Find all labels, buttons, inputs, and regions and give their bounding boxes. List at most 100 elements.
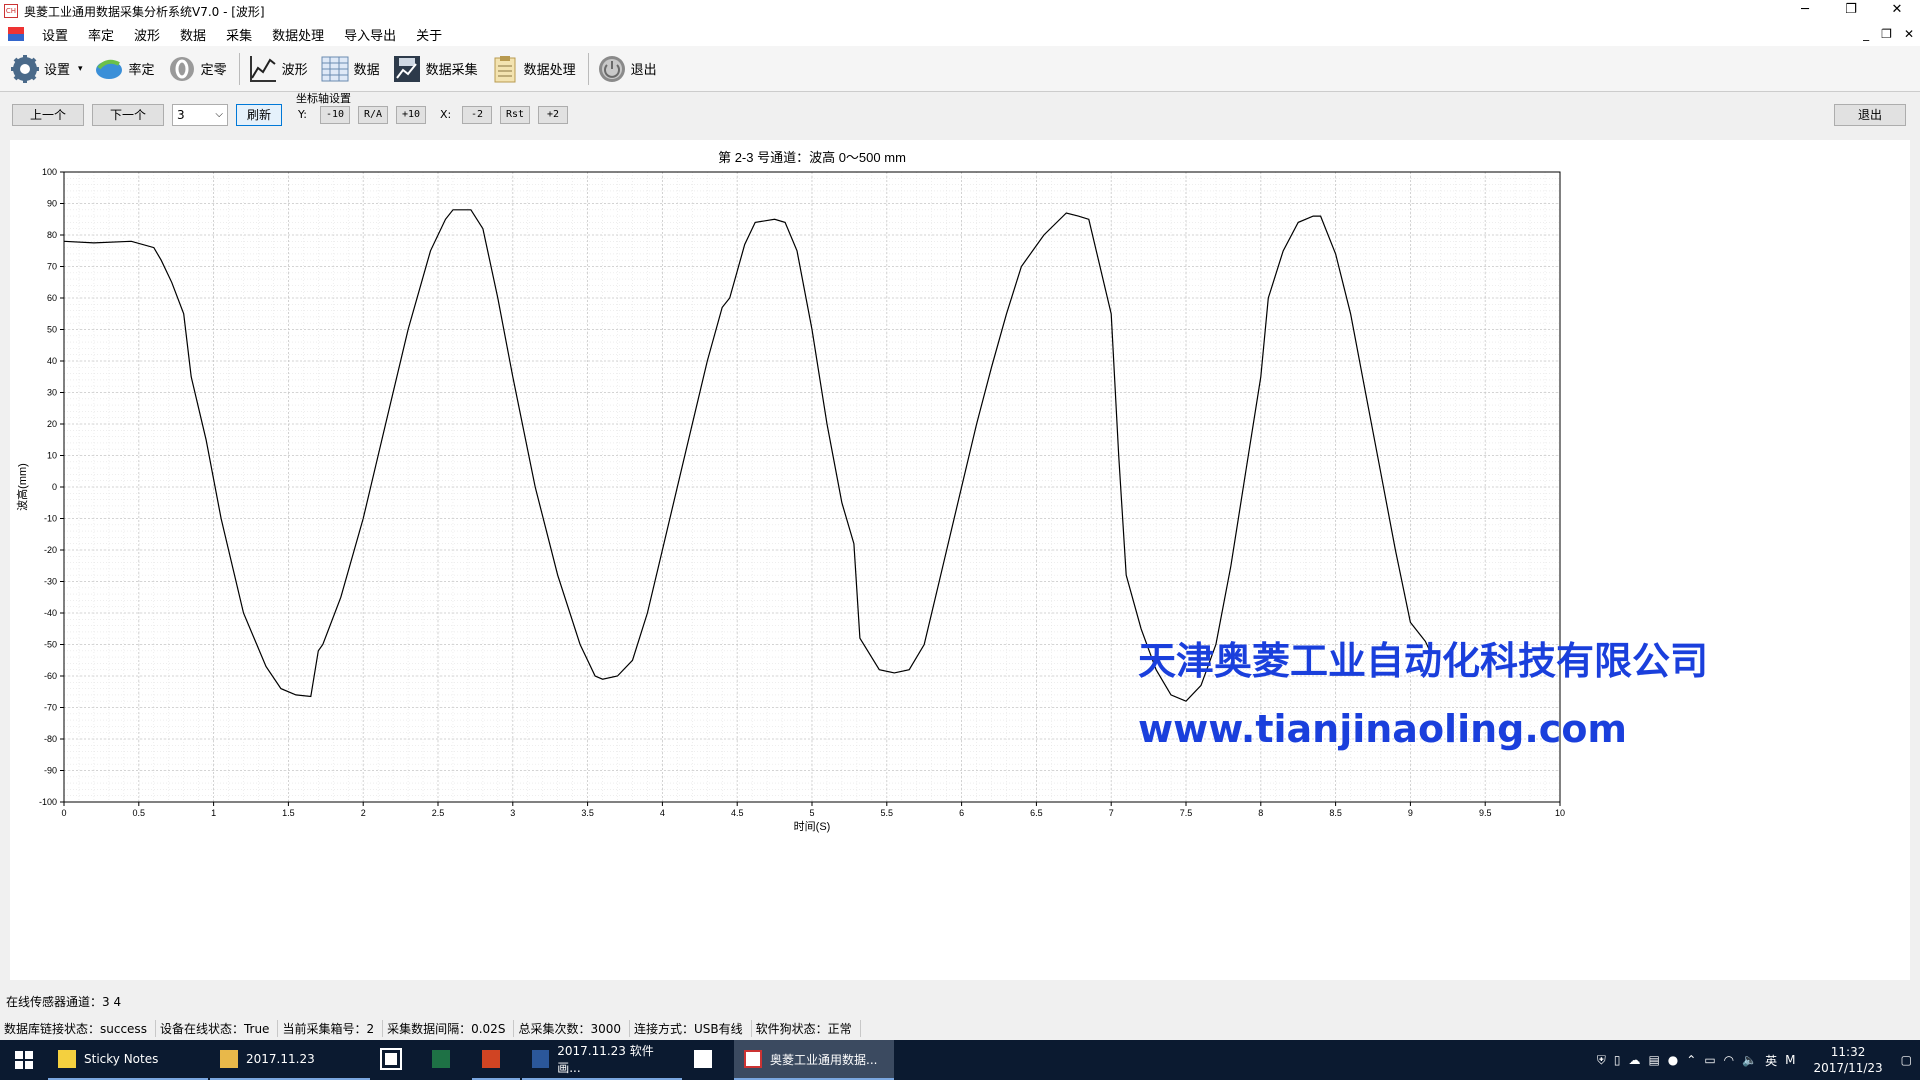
taskbar-app-label: 2017.11.23 bbox=[246, 1052, 315, 1066]
y-tick-label: 20 bbox=[47, 419, 57, 429]
y-ra-button[interactable]: R/A bbox=[358, 106, 388, 124]
toolbar-exit-button[interactable]: 退出 bbox=[597, 50, 657, 88]
cloud-icon[interactable]: ☁ bbox=[1628, 1053, 1640, 1067]
prev-button[interactable]: 上一个 bbox=[12, 104, 84, 126]
status-device: 设备在线状态：True bbox=[156, 1019, 279, 1037]
y-tick-label: 60 bbox=[47, 293, 57, 303]
battery-icon[interactable]: ▭ bbox=[1704, 1053, 1715, 1067]
y-tick-label: -20 bbox=[44, 545, 57, 555]
wechat-icon[interactable]: ● bbox=[1668, 1053, 1678, 1067]
toolbar-acquisition-button[interactable]: 数据采集 bbox=[392, 50, 478, 88]
menu-settings[interactable]: 设置 bbox=[32, 25, 78, 44]
taskbar-excel[interactable] bbox=[422, 1040, 470, 1080]
start-button[interactable] bbox=[0, 1040, 48, 1080]
menu-acquire[interactable]: 采集 bbox=[216, 25, 262, 44]
app-logo-icon: CH bbox=[4, 4, 18, 18]
table-icon bbox=[321, 56, 349, 81]
taskbar-daq-app[interactable]: 奥菱工业通用数据... bbox=[734, 1040, 894, 1080]
ime-mode-indicator[interactable]: M bbox=[1785, 1053, 1795, 1067]
y-tick-label: 80 bbox=[47, 230, 57, 240]
gear-icon bbox=[11, 54, 39, 83]
refresh-button[interactable]: 刷新 bbox=[236, 104, 282, 126]
toolbar-processing-button[interactable]: 数据处理 bbox=[490, 50, 576, 88]
ime-indicator[interactable]: 英 bbox=[1765, 1052, 1777, 1069]
y-plus-button[interactable]: +10 bbox=[396, 106, 426, 124]
y-tick-label: 0 bbox=[52, 482, 57, 492]
y-tick-label: 70 bbox=[47, 262, 57, 272]
minimize-button[interactable]: ─ bbox=[1782, 0, 1828, 22]
waveform-chart[interactable]: 1009080706050403020100-10-20-30-40-50-60… bbox=[10, 140, 1910, 980]
y-minus-button[interactable]: -10 bbox=[320, 106, 350, 124]
menu-waveform[interactable]: 波形 bbox=[124, 25, 170, 44]
toolbar: 设置 ▾ 率定 定零 波形 数据 数据采集 数据处理 退出 bbox=[0, 46, 1920, 92]
wifi-icon[interactable]: ◠ bbox=[1724, 1053, 1734, 1067]
menu-data[interactable]: 数据 bbox=[170, 25, 216, 44]
y-tick-label: -30 bbox=[44, 577, 57, 587]
usb-icon[interactable]: ▯ bbox=[1614, 1053, 1621, 1067]
calibrate-icon bbox=[95, 59, 122, 79]
x-reset-button[interactable]: Rst bbox=[500, 106, 530, 124]
x-tick-label: 5 bbox=[809, 808, 814, 818]
toolbar-data-label: 数据 bbox=[353, 63, 380, 78]
y-tick-label: 100 bbox=[42, 167, 57, 177]
x-plus-button[interactable]: +2 bbox=[538, 106, 568, 124]
next-button[interactable]: 下一个 bbox=[92, 104, 164, 126]
taskbar: Sticky Notes 2017.11.23 2017.11.23 软件画..… bbox=[0, 1040, 1920, 1080]
network-icon[interactable]: ▤ bbox=[1648, 1053, 1659, 1067]
window-title: 奥菱工业通用数据采集分析系统V7.0 - [波形] bbox=[24, 4, 265, 19]
taskbar-word[interactable]: 2017.11.23 软件画... bbox=[522, 1040, 682, 1080]
watermark-url: www.tianjinaoling.com bbox=[1138, 707, 1627, 751]
shield-icon[interactable]: ⛨ bbox=[1597, 1053, 1606, 1068]
menu-import-export[interactable]: 导入导出 bbox=[334, 25, 406, 44]
y-tick-label: -10 bbox=[44, 514, 57, 524]
clock[interactable]: 11:32 2017/11/23 bbox=[1813, 1044, 1882, 1076]
toolbar-settings-button[interactable]: 设置 ▾ bbox=[10, 50, 83, 88]
toolbar-calibrate-button[interactable]: 率定 bbox=[95, 50, 155, 88]
taskbar-folder[interactable]: 2017.11.23 bbox=[210, 1040, 370, 1080]
notification-icon[interactable]: ▢ bbox=[1901, 1053, 1912, 1067]
menu-data-processing[interactable]: 数据处理 bbox=[262, 25, 334, 44]
y-tick-label: 90 bbox=[47, 199, 57, 209]
y-tick-label: 30 bbox=[47, 388, 57, 398]
toolbar-zero-button[interactable]: 定零 bbox=[167, 50, 227, 88]
waveform-icon bbox=[249, 55, 276, 82]
maximize-button[interactable]: ❐ bbox=[1828, 0, 1874, 22]
x-tick-label: 4.5 bbox=[731, 808, 744, 818]
x-tick-label: 6.5 bbox=[1030, 808, 1043, 818]
taskbar-app-label: 2017.11.23 软件画... bbox=[557, 1044, 654, 1075]
mdi-child-icon[interactable] bbox=[8, 27, 24, 41]
y-tick-label: 50 bbox=[47, 325, 57, 335]
taskbar-store[interactable] bbox=[372, 1040, 420, 1080]
x-tick-label: 4 bbox=[660, 808, 665, 818]
panel-exit-button[interactable]: 退出 bbox=[1834, 104, 1906, 126]
word-icon bbox=[532, 1050, 550, 1068]
volume-icon[interactable]: 🔈 bbox=[1742, 1053, 1757, 1067]
system-tray: ⛨ ▯ ☁ ▤ ● ⌃ ▭ ◠ 🔈 英 M 11:32 2017/11/23 ▢ bbox=[1597, 1040, 1920, 1080]
status-box: 当前采集箱号：2 bbox=[278, 1019, 384, 1037]
x-minus-button[interactable]: -2 bbox=[462, 106, 492, 124]
toolbar-zero-label: 定零 bbox=[200, 63, 227, 78]
x-tick-label: 1 bbox=[211, 808, 216, 818]
menu-calibrate[interactable]: 率定 bbox=[78, 25, 124, 44]
dropdown-arrow-icon[interactable]: ▾ bbox=[78, 64, 83, 74]
chevron-up-icon[interactable]: ⌃ bbox=[1686, 1053, 1696, 1067]
channel-select[interactable]: 3 ⌵ bbox=[172, 104, 228, 126]
x-tick-label: 8.5 bbox=[1329, 808, 1342, 818]
status-db: 数据库链接状态：success bbox=[0, 1019, 156, 1037]
close-button[interactable]: ✕ bbox=[1874, 0, 1920, 22]
taskbar-mail[interactable] bbox=[684, 1040, 732, 1080]
status-connection: 连接方式：USB有线 bbox=[630, 1019, 752, 1037]
taskbar-powerpoint[interactable] bbox=[472, 1040, 520, 1080]
menu-about[interactable]: 关于 bbox=[406, 25, 452, 44]
y-tick-label: -40 bbox=[44, 608, 57, 618]
mdi-restore-button[interactable]: ❐ bbox=[1881, 22, 1892, 46]
mdi-close-button[interactable]: ✕ bbox=[1904, 22, 1914, 46]
mdi-minimize-button[interactable]: _ bbox=[1863, 22, 1869, 46]
toolbar-processing-label: 数据处理 bbox=[523, 63, 576, 78]
taskbar-sticky-notes[interactable]: Sticky Notes bbox=[48, 1040, 208, 1080]
y-tick-label: 40 bbox=[47, 356, 57, 366]
toolbar-waveform-button[interactable]: 波形 bbox=[248, 50, 308, 88]
toolbar-separator bbox=[238, 52, 240, 85]
toolbar-data-button[interactable]: 数据 bbox=[320, 50, 380, 88]
x-tick-label: 2.5 bbox=[432, 808, 445, 818]
